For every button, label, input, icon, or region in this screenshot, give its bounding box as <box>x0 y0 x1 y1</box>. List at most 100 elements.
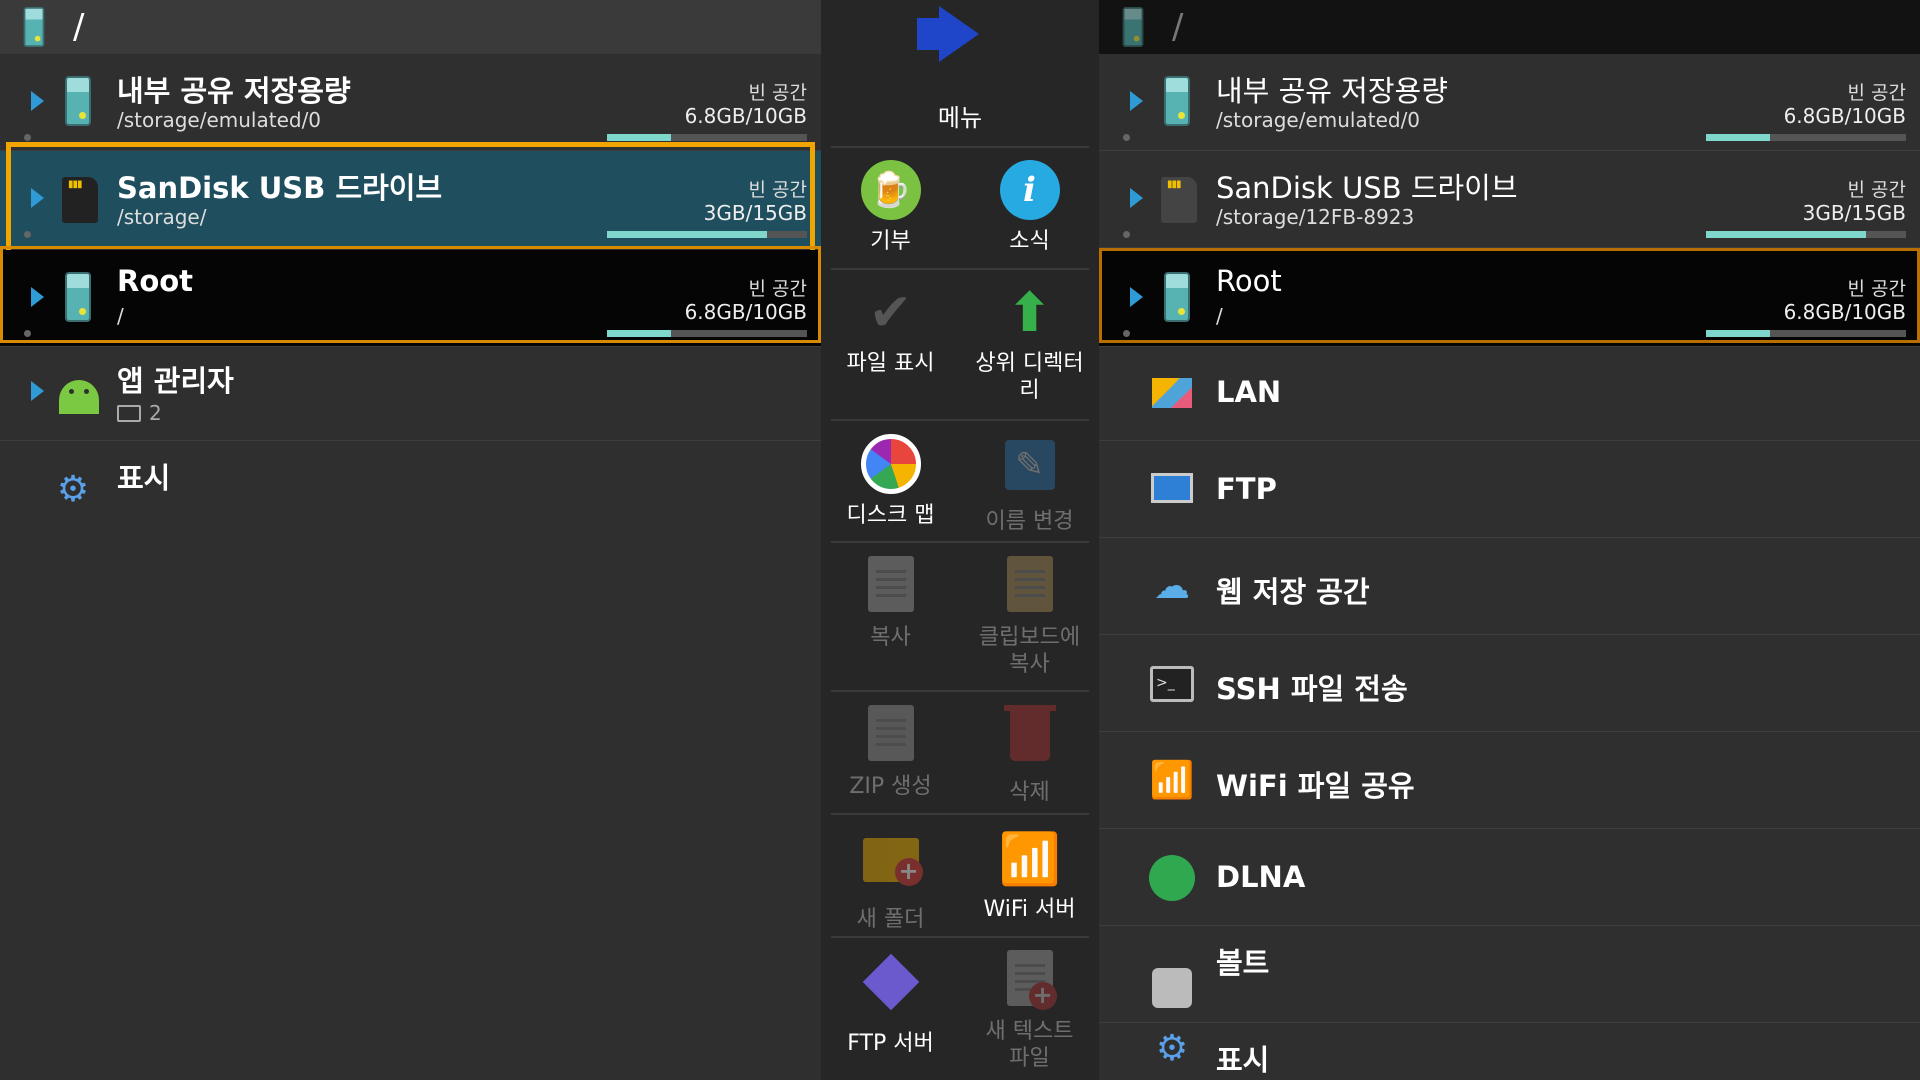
expand-arrow-icon[interactable] <box>31 381 44 401</box>
vault-icon <box>1149 954 1195 1008</box>
storage-path: /storage/12FB-8923 <box>1216 205 1415 229</box>
menu-divider <box>831 419 1089 421</box>
expand-arrow-icon[interactable] <box>1130 91 1143 111</box>
new-folder-icon: + <box>860 838 923 900</box>
rename-button[interactable]: ✎ 이름 변경 <box>960 434 1099 535</box>
phone-storage-icon <box>62 76 94 128</box>
folder-icon <box>117 405 141 422</box>
create-zip-button[interactable]: ZIP 생성 <box>821 705 960 800</box>
storage-path: / <box>117 304 124 328</box>
wifi-share-row[interactable]: 📶 WiFi 파일 공유 <box>1099 732 1920 829</box>
menu-title: 메뉴 <box>937 104 983 132</box>
status-dot <box>24 231 31 238</box>
lan-row[interactable]: LAN <box>1099 344 1920 441</box>
left-path-bar[interactable]: / <box>0 0 821 54</box>
storage-row-internal[interactable]: 내부 공유 저장용량 /storage/emulated/0 빈 공간 6.8G… <box>0 54 821 151</box>
status-dot <box>24 330 31 337</box>
left-file-panel: / 내부 공유 저장용량 /storage/emulated/0 빈 공간 6.… <box>0 0 821 1080</box>
expand-arrow-icon[interactable] <box>31 91 44 111</box>
free-space-label: 빈 공간 <box>748 82 807 104</box>
checkmark-icon: ✔ <box>868 283 913 343</box>
app-count: 2 <box>117 401 162 425</box>
usage-bar <box>1706 134 1906 141</box>
storage-row-root[interactable]: Root / 빈 공간 6.8GB/10GB <box>1099 250 1920 347</box>
storage-title: Root <box>1216 264 1282 298</box>
phone-storage-icon <box>62 272 94 324</box>
free-space-value: 6.8GB/10GB <box>1783 104 1906 128</box>
app-manager-title: 앱 관리자 <box>117 364 234 398</box>
menu-divider <box>831 541 1089 543</box>
phone-storage-icon <box>1161 272 1193 324</box>
storage-path: /storage/emulated/0 <box>1216 108 1421 132</box>
donate-button[interactable]: 🍺 기부 <box>821 160 960 255</box>
expand-arrow-icon[interactable] <box>31 287 44 307</box>
copy-to-clipboard-button[interactable]: 클립보드에 복사 <box>960 556 1099 678</box>
dlna-icon <box>1149 855 1195 901</box>
usage-bar <box>607 231 807 238</box>
free-space-value: 6.8GB/10GB <box>684 104 807 128</box>
storage-row-internal[interactable]: 내부 공유 저장용량 /storage/emulated/0 빈 공간 6.8G… <box>1099 54 1920 151</box>
copy-button[interactable]: 복사 <box>821 556 960 651</box>
free-space-label: 빈 공간 <box>1847 278 1906 300</box>
show-files-button[interactable]: ✔ 파일 표시 <box>821 282 960 377</box>
monitor-icon <box>1149 469 1195 511</box>
storage-path: /storage/emulated/0 <box>117 108 322 132</box>
delete-button[interactable]: 삭제 <box>960 705 1099 806</box>
dlna-row[interactable]: DLNA <box>1099 829 1920 926</box>
app-manager-row[interactable]: 앱 관리자 2 <box>0 344 821 441</box>
right-path-bar[interactable]: / <box>1099 0 1920 54</box>
expand-arrow-icon[interactable] <box>1130 188 1143 208</box>
copy-icon <box>860 556 922 618</box>
storage-row-sandisk[interactable]: SanDisk USB 드라이브 /storage/ 빈 공간 3GB/15GB <box>0 151 821 248</box>
wifi-server-button[interactable]: 📶 WiFi 서버 <box>960 828 1099 923</box>
storage-title: Root <box>117 264 194 298</box>
storage-title: 내부 공유 저장용량 <box>1216 74 1448 108</box>
free-space-label: 빈 공간 <box>1847 179 1906 201</box>
trash-icon <box>999 705 1061 773</box>
web-storage-row[interactable]: ☁ 웹 저장 공간 <box>1099 538 1920 635</box>
storage-title: SanDisk USB 드라이브 <box>117 171 443 205</box>
free-space-value: 6.8GB/10GB <box>1783 300 1906 324</box>
disk-map-icon <box>860 434 922 496</box>
sd-card-icon <box>62 173 98 225</box>
free-space-label: 빈 공간 <box>748 179 807 201</box>
storage-row-root[interactable]: Root / 빈 공간 6.8GB/10GB <box>0 250 821 347</box>
storage-path: /storage/ <box>117 205 207 229</box>
status-dot <box>1123 231 1130 238</box>
arrow-right-icon[interactable] <box>939 6 979 62</box>
menu-divider <box>831 813 1089 815</box>
storage-title: 내부 공유 저장용량 <box>117 74 351 108</box>
ftp-server-icon <box>860 953 922 1024</box>
usage-bar <box>1706 231 1906 238</box>
free-space-label: 빈 공간 <box>748 278 807 300</box>
clipboard-icon <box>999 556 1061 618</box>
android-icon <box>58 366 99 418</box>
display-row[interactable]: ⚙ 표시 <box>0 441 821 538</box>
new-text-file-icon: + <box>999 950 1061 1012</box>
wifi-icon: 📶 <box>998 830 1061 888</box>
device-icon <box>1122 7 1144 47</box>
usage-bar <box>607 134 807 141</box>
rename-icon: ✎ <box>999 440 1061 502</box>
expand-arrow-icon[interactable] <box>1130 287 1143 307</box>
display-row[interactable]: ⚙ 표시 <box>1099 1023 1920 1080</box>
new-text-file-button[interactable]: + 새 텍스트 파일 <box>960 950 1099 1072</box>
menu-divider <box>831 268 1089 270</box>
ftp-row[interactable]: FTP <box>1099 441 1920 538</box>
expand-arrow-icon[interactable] <box>31 188 44 208</box>
vault-row[interactable]: 볼트 <box>1099 926 1920 1023</box>
new-folder-button[interactable]: + 새 폴더 <box>821 828 960 933</box>
storage-row-sandisk[interactable]: SanDisk USB 드라이브 /storage/12FB-8923 빈 공간… <box>1099 151 1920 248</box>
news-button[interactable]: i 소식 <box>960 160 1099 255</box>
storage-path: / <box>1216 304 1223 328</box>
gears-icon: ⚙ <box>1155 1028 1189 1069</box>
parent-directory-button[interactable]: ⬆ 상위 디렉터리 <box>960 282 1099 404</box>
beer-badge-icon: 🍺 <box>860 160 922 222</box>
menu-divider <box>831 690 1089 692</box>
ssh-row[interactable]: >_ SSH 파일 전송 <box>1099 635 1920 732</box>
free-space-value: 6.8GB/10GB <box>684 300 807 324</box>
disk-map-button[interactable]: 디스크 맵 <box>821 434 960 529</box>
wifi-icon: 📶 <box>1149 760 1195 801</box>
ftp-server-button[interactable]: FTP 서버 <box>821 950 960 1057</box>
left-path-label: / <box>73 7 85 47</box>
